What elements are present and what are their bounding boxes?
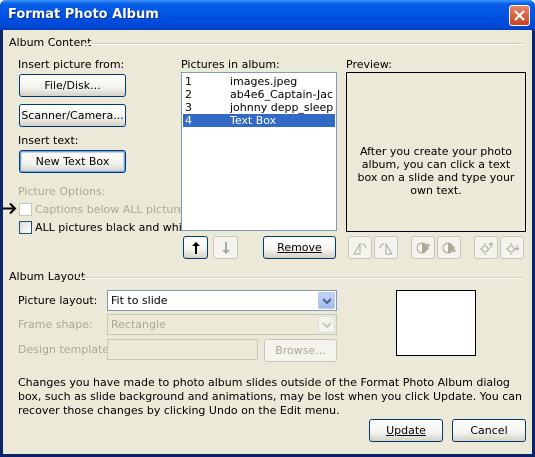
contrast-down-icon	[442, 242, 457, 254]
black-white-checkbox-label: ALL pictures black and white	[35, 221, 193, 234]
frame-shape-label: Frame shape:	[18, 318, 93, 331]
captions-checkbox-label: Captions below ALL pictures	[35, 203, 191, 216]
arrow-up-icon	[192, 242, 200, 254]
list-item[interactable]: 3 johnny depp_sleepy hollow	[183, 101, 333, 114]
rotate-left-icon	[353, 242, 367, 255]
arrow-pointer-icon	[3, 202, 17, 215]
file-disk-button[interactable]: File/Disk...	[19, 74, 126, 97]
picture-options-label: Picture Options:	[18, 185, 106, 198]
rotate-left-button[interactable]	[348, 236, 372, 259]
insert-picture-label: Insert picture from:	[18, 58, 125, 71]
list-item[interactable]: 2 ab4e6_Captain-Jack-Sparrow	[183, 88, 333, 101]
close-icon	[514, 10, 525, 21]
pictures-in-album-label: Pictures in album:	[181, 58, 280, 71]
picture-layout-select[interactable]: Fit to slide	[107, 290, 337, 311]
brightness-up-icon	[480, 242, 494, 255]
album-content-divider	[83, 43, 523, 45]
preview-message: After you create your photo album, you c…	[357, 145, 515, 197]
brightness-down-icon	[506, 243, 520, 255]
scanner-camera-button[interactable]: Scanner/Camera...	[19, 104, 126, 127]
more-brightness-button[interactable]	[474, 236, 498, 259]
design-template-label: Design template:	[18, 343, 113, 356]
remove-button[interactable]: Remove	[263, 236, 336, 259]
list-item-selected[interactable]: 4 Text Box	[183, 114, 335, 127]
format-photo-album-dialog: Format Photo Album Album Content Insert …	[0, 0, 535, 457]
close-button[interactable]	[509, 5, 530, 26]
insert-text-label: Insert text:	[18, 134, 79, 147]
new-text-box-button[interactable]: New Text Box	[19, 150, 126, 173]
picture-layout-label: Picture layout:	[18, 294, 98, 307]
rotate-right-button[interactable]	[374, 236, 398, 259]
design-template-field[interactable]	[107, 339, 258, 360]
chevron-down-icon[interactable]	[318, 316, 335, 333]
album-content-group-label: Album Content	[9, 36, 92, 49]
black-white-checkbox[interactable]	[19, 221, 32, 234]
changes-note: Changes you have made to photo album sli…	[18, 376, 522, 417]
dialog-body: Album Content Insert picture from: File/…	[3, 30, 532, 454]
title-bar[interactable]: Format Photo Album	[0, 0, 535, 30]
preview-pane: After you create your photo album, you c…	[346, 72, 526, 232]
less-brightness-button[interactable]	[500, 236, 524, 259]
layout-preview-thumbnail	[396, 290, 476, 356]
chevron-down-icon[interactable]	[318, 292, 335, 309]
move-up-button[interactable]	[183, 236, 208, 259]
list-item[interactable]: 1 images.jpeg	[183, 75, 333, 88]
less-contrast-button[interactable]	[437, 236, 461, 259]
album-layout-group-label: Album Layout	[9, 270, 86, 283]
update-button[interactable]: Update	[369, 419, 443, 442]
frame-shape-select[interactable]: Rectangle	[107, 314, 337, 335]
captions-checkbox[interactable]	[19, 203, 32, 216]
cancel-button[interactable]: Cancel	[452, 419, 526, 442]
rotate-right-icon	[379, 242, 393, 255]
more-contrast-button[interactable]	[411, 236, 435, 259]
preview-label: Preview:	[346, 58, 392, 71]
browse-button[interactable]: Browse...	[264, 339, 337, 362]
arrow-down-icon	[222, 242, 230, 254]
dialog-title: Format Photo Album	[8, 7, 159, 22]
pictures-listbox[interactable]: 1 images.jpeg 2 ab4e6_Captain-Jack-Sparr…	[181, 72, 337, 231]
contrast-up-icon	[416, 242, 431, 254]
move-down-button[interactable]	[213, 236, 238, 259]
album-layout-divider	[79, 277, 523, 279]
